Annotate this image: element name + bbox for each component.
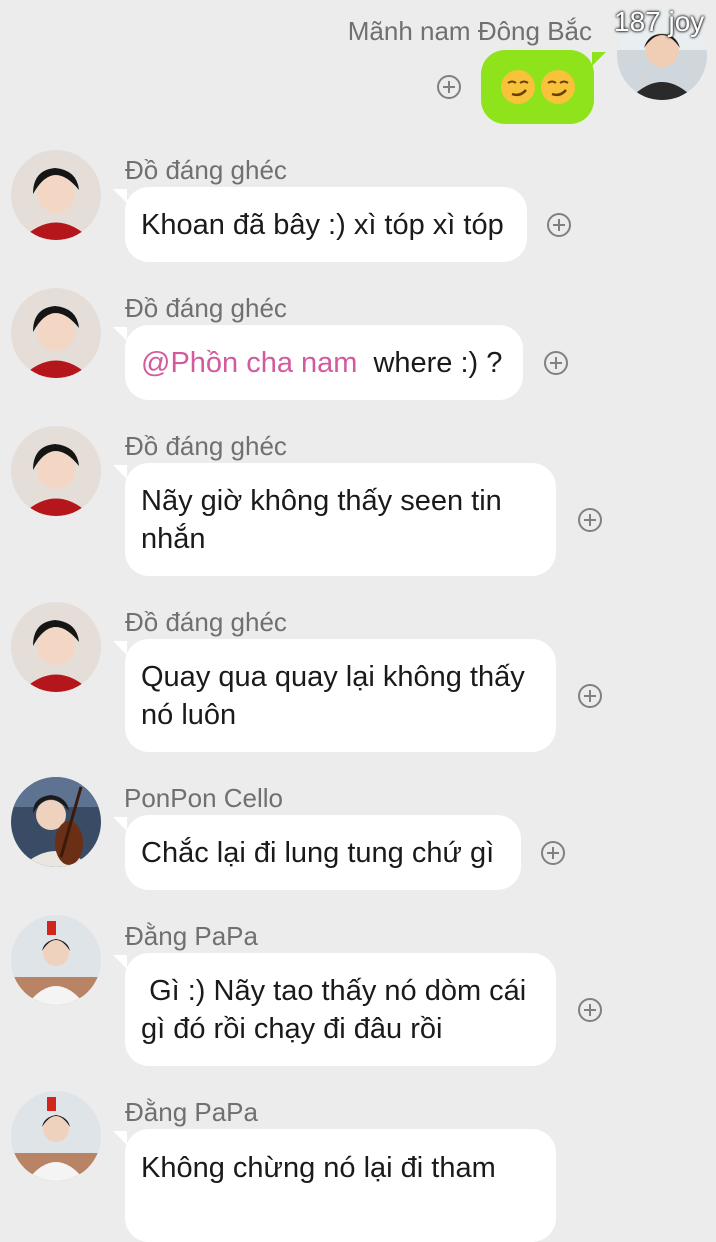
add-reaction-icon[interactable] [578, 998, 602, 1022]
avatar[interactable] [11, 150, 101, 240]
sender-name: Mãnh nam Đông Bắc [347, 16, 592, 46]
message-text: Quay qua quay lại không thấy nó luôn [141, 660, 525, 731]
avatar[interactable] [11, 915, 101, 1005]
message-bubble[interactable]: Không chừng nó lại đi tham [113, 1129, 556, 1242]
sender-name: Đồ đáng ghéc [125, 155, 287, 185]
sender-name: Đồ đáng ghéc [125, 431, 287, 461]
mention-link[interactable]: @Phồn cha nam [141, 347, 357, 379]
add-reaction-icon[interactable] [437, 75, 461, 99]
message-bubble[interactable]: Khoan đã bây :) xì tóp xì tóp [113, 187, 527, 262]
add-reaction-icon[interactable] [544, 351, 568, 375]
message-bubble[interactable]: Gì :) Nãy tao thấy nó dòm cái gì đó rồi … [113, 953, 556, 1066]
message-bubble[interactable]: Quay qua quay lại không thấy nó luôn [113, 639, 556, 752]
sender-name: PonPon Cello [124, 783, 283, 813]
message-bubble[interactable]: @Phồn cha nam where :) ? [113, 325, 523, 400]
avatar[interactable] [11, 602, 101, 692]
avatar[interactable] [11, 1091, 101, 1181]
user-tag: 187 joy [614, 6, 705, 37]
smirk-emoji-icon [540, 70, 575, 104]
message-text: Nãy giờ không thấy seen tin nhắn [141, 484, 502, 555]
add-reaction-icon[interactable] [547, 213, 571, 237]
message-text: @Phồn cha nam where :) ? [141, 344, 502, 382]
message-text: Không chừng nó lại đi tham [141, 1152, 496, 1184]
sender-name: Đằng PaPa [125, 921, 258, 951]
avatar[interactable] [11, 426, 101, 516]
message-text: Khoan đã bây :) xì tóp xì tóp [141, 208, 504, 241]
message-text: Chắc lại đi lung tung chứ gì [141, 836, 495, 869]
message-text: Gì :) Nãy tao thấy nó dòm cái gì đó rồi … [141, 974, 535, 1045]
message-text-tail: where :) ? [373, 346, 503, 379]
message-bubble-self[interactable] [481, 50, 606, 124]
add-reaction-icon[interactable] [578, 508, 602, 532]
sender-name: Đằng PaPa [125, 1097, 258, 1127]
avatar[interactable] [11, 288, 101, 378]
add-reaction-icon[interactable] [541, 841, 565, 865]
sender-name: Đồ đáng ghéc [125, 293, 287, 323]
smirk-emoji-icon [500, 70, 535, 104]
message-bubble[interactable]: Nãy giờ không thấy seen tin nhắn [113, 463, 556, 576]
message-bubble[interactable]: Chắc lại đi lung tung chứ gì [113, 815, 521, 890]
add-reaction-icon[interactable] [578, 684, 602, 708]
avatar[interactable] [11, 777, 101, 867]
sender-name: Đồ đáng ghéc [125, 607, 287, 637]
